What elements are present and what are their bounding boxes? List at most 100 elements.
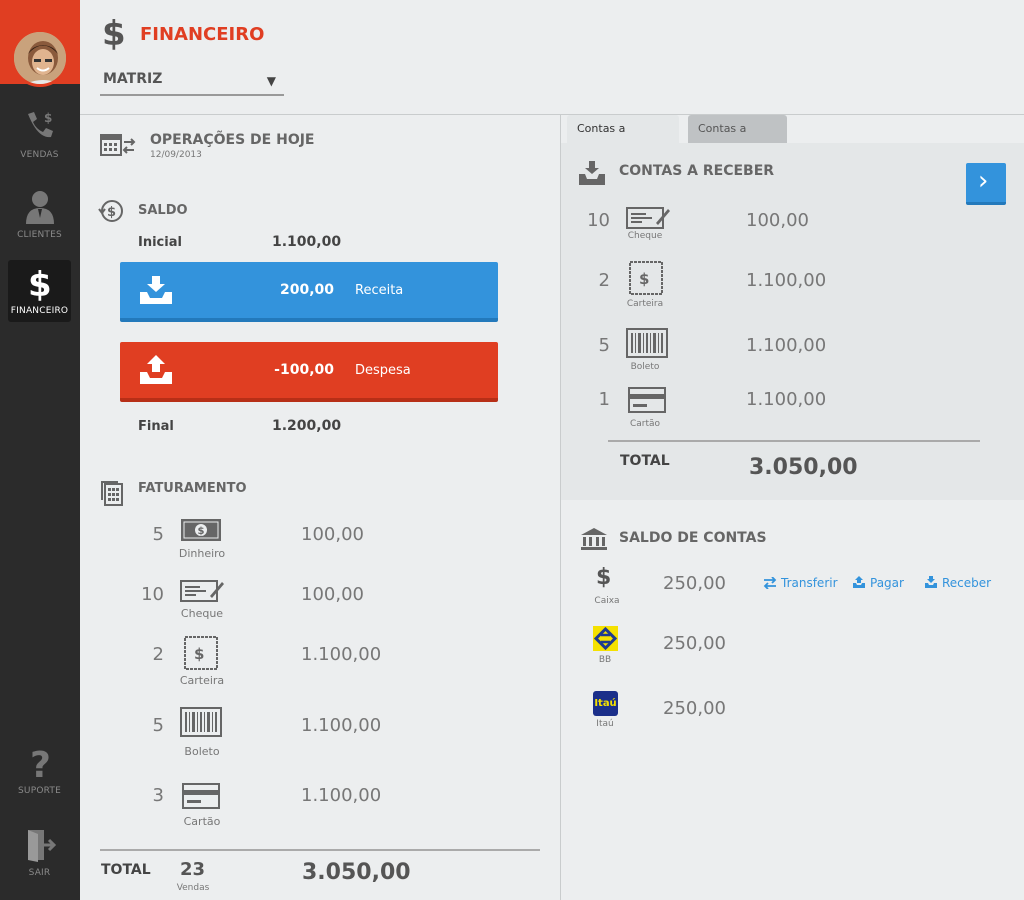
despesa-button[interactable]: -100,00 Despesa xyxy=(120,342,498,402)
row-label: Dinheiro xyxy=(178,547,226,560)
page-header: $ FINANCEIRO MATRIZ ▼ xyxy=(80,0,1024,115)
row-count: 5 xyxy=(152,524,164,545)
contas-a-receber-panel xyxy=(561,143,1024,500)
svg-text:$: $ xyxy=(639,270,649,288)
account-value: 250,00 xyxy=(663,698,726,719)
receber-link[interactable]: Receber xyxy=(924,576,991,590)
wallet-note-icon: $ xyxy=(184,636,218,670)
transferir-label: Transferir xyxy=(781,576,838,590)
cash-icon: $ xyxy=(181,519,221,541)
row-count: 5 xyxy=(598,335,610,356)
pagar-label: Pagar xyxy=(870,576,904,590)
cheque-icon xyxy=(180,580,224,602)
branch-select[interactable]: MATRIZ ▼ xyxy=(100,68,284,96)
transfer-icon xyxy=(763,576,777,590)
row-value: 1.100,00 xyxy=(746,335,827,356)
sidebar-item-label: VENDAS xyxy=(20,150,59,160)
operacoes-date: 12/09/2013 xyxy=(150,150,202,160)
account-label: Caixa xyxy=(594,596,620,606)
cheque-icon xyxy=(626,207,670,229)
page-title: FINANCEIRO xyxy=(140,24,265,45)
receita-amount: 200,00 xyxy=(279,282,334,298)
sidebar-item-clientes[interactable]: CLIENTES xyxy=(8,184,71,246)
receita-label: Receita xyxy=(355,283,404,298)
exit-door-icon xyxy=(27,830,56,862)
tab-bar: Contas a receber Contas a pagar xyxy=(561,115,1024,163)
sidebar-item-suporte[interactable]: ? SUPORTE xyxy=(8,740,71,802)
svg-text:$: $ xyxy=(194,645,204,663)
wallet-note-icon: $ xyxy=(629,261,663,295)
saldo-final-value: 1.200,00 xyxy=(272,418,342,434)
tab-contas-a-receber[interactable]: Contas a receber xyxy=(567,115,679,163)
barcode-icon xyxy=(180,707,222,737)
divider xyxy=(608,440,980,442)
row-count: 10 xyxy=(587,210,610,231)
row-value: 1.100,00 xyxy=(301,785,382,806)
row-label: Boleto xyxy=(184,745,220,758)
row-label: Cartão xyxy=(629,419,661,429)
sidebar: $ VENDAS CLIENTES $ FINANCEIRO ? SUPORTE… xyxy=(0,0,80,900)
svg-text:?: ? xyxy=(30,745,51,782)
saldo-title: SALDO xyxy=(138,203,188,218)
account-label: Itaú xyxy=(596,719,614,729)
svg-text:$: $ xyxy=(28,265,52,302)
receber-label: Receber xyxy=(942,576,992,590)
row-value: 1.100,00 xyxy=(746,389,827,410)
credit-card-icon xyxy=(182,783,220,809)
branch-select-value: MATRIZ xyxy=(103,71,163,87)
row-label: Carteira xyxy=(626,299,664,309)
inbox-download-icon xyxy=(925,576,937,588)
dollar-icon: $ xyxy=(28,265,52,302)
saldo-contas-title: SALDO DE CONTAS xyxy=(619,530,767,546)
history-dollar-icon: $ xyxy=(98,200,123,222)
faturamento-total-value: 3.050,00 xyxy=(302,860,411,885)
tab-contas-a-pagar[interactable]: Contas a pagar xyxy=(688,115,787,163)
row-count: 2 xyxy=(152,644,164,665)
account-value: 250,00 xyxy=(663,633,726,654)
saldo-initial-value: 1.100,00 xyxy=(272,234,342,250)
row-label: Carteira xyxy=(179,674,225,687)
dollar-icon: $ xyxy=(596,565,612,590)
despesa-label: Despesa xyxy=(355,363,411,378)
phone-dollar-icon: $ xyxy=(27,111,53,138)
calendar-transfer-icon xyxy=(100,134,136,156)
saldo-final-label: Final xyxy=(138,419,174,434)
saldo-initial-label: Inicial xyxy=(138,235,182,250)
row-value: 1.100,00 xyxy=(301,715,382,736)
row-count: 5 xyxy=(152,715,164,736)
barcode-icon xyxy=(626,328,668,358)
sidebar-item-financeiro[interactable]: $ FINANCEIRO xyxy=(8,260,71,322)
faturamento-total-count-label: Vendas xyxy=(176,883,210,893)
dollar-icon: $ xyxy=(102,14,126,54)
bank-icon xyxy=(581,528,607,550)
row-value: 1.100,00 xyxy=(746,270,827,291)
credit-card-icon xyxy=(628,387,666,413)
receita-button[interactable]: 200,00 Receita xyxy=(120,262,498,322)
faturamento-total-label: TOTAL xyxy=(101,862,151,878)
inbox-download-icon xyxy=(579,161,605,185)
transferir-link[interactable]: Transferir xyxy=(763,576,838,590)
sidebar-item-sair[interactable]: SAIR xyxy=(8,822,71,884)
row-count: 1 xyxy=(598,389,610,410)
person-icon xyxy=(25,191,54,224)
bb-logo-icon xyxy=(593,626,618,651)
avatar[interactable] xyxy=(11,29,69,87)
pagar-link[interactable]: Pagar xyxy=(852,576,904,590)
row-value: 100,00 xyxy=(746,210,809,231)
calculator-icon xyxy=(101,481,123,506)
receber-total-label: TOTAL xyxy=(620,453,670,469)
row-count: 3 xyxy=(152,785,164,806)
operacoes-title: OPERAÇÕES DE HOJE xyxy=(150,132,315,148)
sidebar-item-label: SUPORTE xyxy=(18,786,61,796)
next-button[interactable]: › xyxy=(966,163,1006,205)
despesa-amount: -100,00 xyxy=(274,362,334,378)
sidebar-item-vendas[interactable]: $ VENDAS xyxy=(8,104,71,166)
svg-text:$: $ xyxy=(107,205,116,220)
sidebar-item-label: CLIENTES xyxy=(17,230,62,240)
row-value: 1.100,00 xyxy=(301,644,382,665)
avatar-panel xyxy=(0,0,80,87)
sidebar-item-label: SAIR xyxy=(28,868,51,878)
svg-text:$: $ xyxy=(198,526,205,537)
faturamento-title: FATURAMENTO xyxy=(138,481,247,496)
account-value: 250,00 xyxy=(663,573,726,594)
